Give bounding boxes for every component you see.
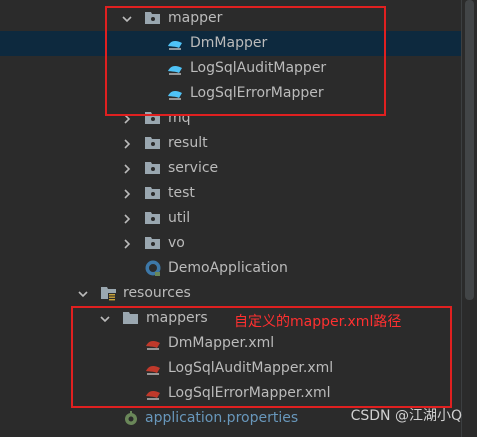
vertical-scrollbar[interactable] bbox=[461, 0, 477, 437]
tree-row-label: resources bbox=[123, 285, 191, 301]
resources-folder-icon bbox=[100, 284, 118, 302]
chevron-right-icon[interactable] bbox=[122, 239, 132, 249]
properties-file-icon bbox=[122, 409, 140, 427]
chevron-right-icon[interactable] bbox=[122, 189, 132, 199]
tree-row-label: service bbox=[168, 160, 219, 176]
chevron-right-icon[interactable] bbox=[122, 139, 132, 149]
scrollbar-thumb[interactable] bbox=[465, 0, 474, 300]
folder-icon bbox=[144, 209, 162, 227]
tree-row-label: util bbox=[168, 210, 191, 226]
annotation-text: 自定义的mapper.xml路径 bbox=[234, 314, 402, 330]
folder-icon bbox=[144, 184, 162, 202]
spring-boot-class-icon bbox=[144, 259, 162, 277]
tree-row-result[interactable]: result bbox=[0, 131, 462, 156]
tree-row-service[interactable]: service bbox=[0, 156, 462, 181]
watermark: CSDN @江湖小Q bbox=[350, 408, 462, 424]
tree-row-util[interactable]: util bbox=[0, 206, 462, 231]
chevron-down-icon[interactable] bbox=[78, 289, 88, 299]
chevron-right-icon[interactable] bbox=[122, 164, 132, 174]
tree-row-resources[interactable]: resources bbox=[0, 281, 462, 306]
folder-icon bbox=[144, 159, 162, 177]
folder-icon bbox=[144, 234, 162, 252]
tree-row-label: DemoApplication bbox=[168, 260, 288, 276]
folder-icon bbox=[144, 134, 162, 152]
tree-row-demoapplication[interactable]: DemoApplication bbox=[0, 256, 462, 281]
tree-row-label: application.properties bbox=[145, 410, 299, 426]
tree-row-label: result bbox=[168, 135, 208, 151]
tree-row-label: test bbox=[168, 185, 195, 201]
tree-row-test[interactable]: test bbox=[0, 181, 462, 206]
tree-row-vo[interactable]: vo bbox=[0, 231, 462, 256]
highlight-box-mapper-package bbox=[105, 6, 386, 116]
tree-row-label: vo bbox=[168, 235, 185, 251]
chevron-right-icon[interactable] bbox=[122, 214, 132, 224]
